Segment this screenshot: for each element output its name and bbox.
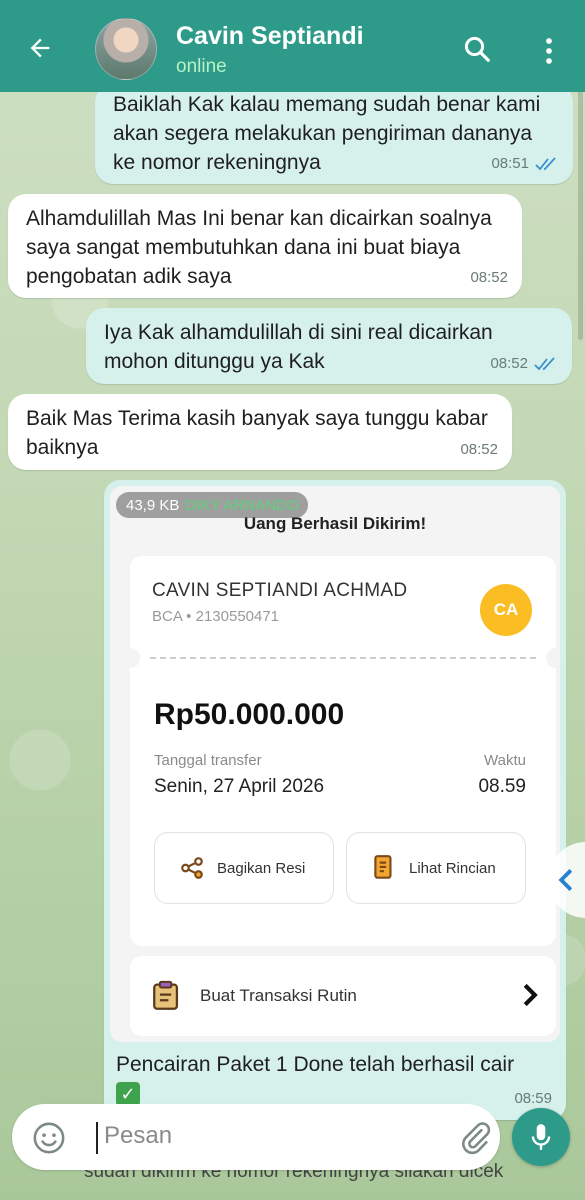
message-bubble-incoming[interactable]: Alhamdulillah Mas Ini benar kan dicairka…: [8, 194, 522, 298]
message-meta: 08:59: [514, 1090, 552, 1107]
more-vertical-icon: [546, 38, 552, 64]
check-mark-emoji-icon: ✓: [116, 1082, 140, 1107]
image-caption: Pencairan Paket 1 Done telah berhasil ca…: [116, 1050, 560, 1108]
message-time: 08:52: [470, 269, 508, 286]
arrow-left-icon: [30, 38, 50, 58]
message-bubble-outgoing[interactable]: Iya Kak alhamdulillah di sini real dicai…: [86, 308, 572, 384]
file-size-badge: 43,9 KB DIKY ARNANDO: [116, 492, 309, 518]
transfer-amount: Rp50.000.000: [154, 698, 345, 731]
image-message-bubble[interactable]: 43,9 KB DIKY ARNANDO Uang Berhasil Dikir…: [104, 480, 566, 1120]
chevron-left-icon: [558, 869, 573, 891]
caption-text: Pencairan Paket 1 Done telah berhasil ca…: [116, 1053, 515, 1076]
message-meta: 08:51: [491, 149, 559, 178]
time-value: 08.59: [478, 776, 526, 797]
date-label: Tanggal transfer: [154, 752, 262, 769]
message-time: 08:52: [460, 441, 498, 458]
message-input-bar[interactable]: Pesan: [12, 1104, 500, 1170]
message-meta: 08:52: [470, 263, 508, 292]
account-avatar: CA: [480, 584, 532, 636]
menu-button[interactable]: [538, 36, 560, 66]
message-bubble-incoming[interactable]: Baik Mas Terima kasih banyak saya tunggu…: [8, 394, 512, 470]
double-check-icon: [534, 356, 555, 370]
scrollbar[interactable]: [578, 90, 583, 340]
sender-tag: DIKY ARNANDO: [185, 496, 299, 514]
file-size: 43,9 KB: [126, 496, 180, 514]
routine-transaction-row: Buat Transaksi Rutin: [130, 956, 556, 1036]
view-details-button: Lihat Rincian: [346, 832, 526, 904]
microphone-icon: [531, 1124, 551, 1150]
emoji-button[interactable]: [32, 1121, 66, 1155]
card-divider: [150, 657, 536, 659]
message-input-placeholder[interactable]: Pesan: [104, 1122, 172, 1150]
chevron-right-icon: [523, 983, 538, 1007]
mic-button[interactable]: [512, 1108, 570, 1166]
message-meta: 08:52: [490, 349, 558, 378]
message-time: 08:51: [491, 155, 529, 172]
card-notch-right: [546, 648, 560, 668]
message-text: Baiklah Kak kalau memang sudah benar kam…: [113, 93, 541, 174]
transfer-card: CAVIN SEPTIANDI ACHMAD BCA • 2130550471 …: [120, 556, 560, 946]
time-label: Waktu: [484, 752, 526, 769]
message-bubble-outgoing[interactable]: Baiklah Kak kalau memang sudah benar kam…: [95, 84, 573, 184]
card-notch-left: [120, 648, 140, 668]
message-meta: 08:52: [460, 435, 498, 464]
chat-header: Cavin Septiandi online: [0, 0, 585, 92]
clipboard-icon: [153, 980, 179, 1010]
message-time: 08:52: [490, 355, 528, 372]
date-value: Senin, 27 April 2026: [154, 776, 325, 797]
routine-transaction-label: Buat Transaksi Rutin: [200, 986, 357, 1005]
emoji-icon: [33, 1122, 65, 1154]
share-icon: [181, 857, 203, 879]
search-icon: [464, 36, 490, 62]
double-check-icon: [535, 156, 556, 170]
view-details-label: Lihat Rincian: [409, 859, 496, 877]
message-text: Alhamdulillah Mas Ini benar kan dicairka…: [26, 207, 492, 288]
account-number: BCA • 2130550471: [152, 608, 280, 625]
back-button[interactable]: [22, 30, 58, 66]
text-cursor: [96, 1122, 98, 1154]
receipt-scroll-icon: [374, 855, 392, 879]
contact-status: online: [176, 56, 227, 77]
search-button[interactable]: [462, 34, 492, 64]
share-receipt-button: Bagikan Resi: [154, 832, 334, 904]
message-text: Iya Kak alhamdulillah di sini real dicai…: [104, 321, 493, 373]
account-name: CAVIN SEPTIANDI ACHMAD: [152, 580, 408, 601]
contact-avatar[interactable]: [95, 18, 157, 80]
message-text: Baik Mas Terima kasih banyak saya tunggu…: [26, 407, 488, 459]
receipt-image[interactable]: 43,9 KB DIKY ARNANDO Uang Berhasil Dikir…: [110, 486, 560, 1042]
paperclip-icon: [462, 1122, 491, 1155]
contact-name[interactable]: Cavin Septiandi: [176, 22, 364, 51]
attach-button[interactable]: [458, 1120, 492, 1156]
message-time: 08:59: [514, 1090, 552, 1107]
share-receipt-label: Bagikan Resi: [217, 859, 306, 877]
